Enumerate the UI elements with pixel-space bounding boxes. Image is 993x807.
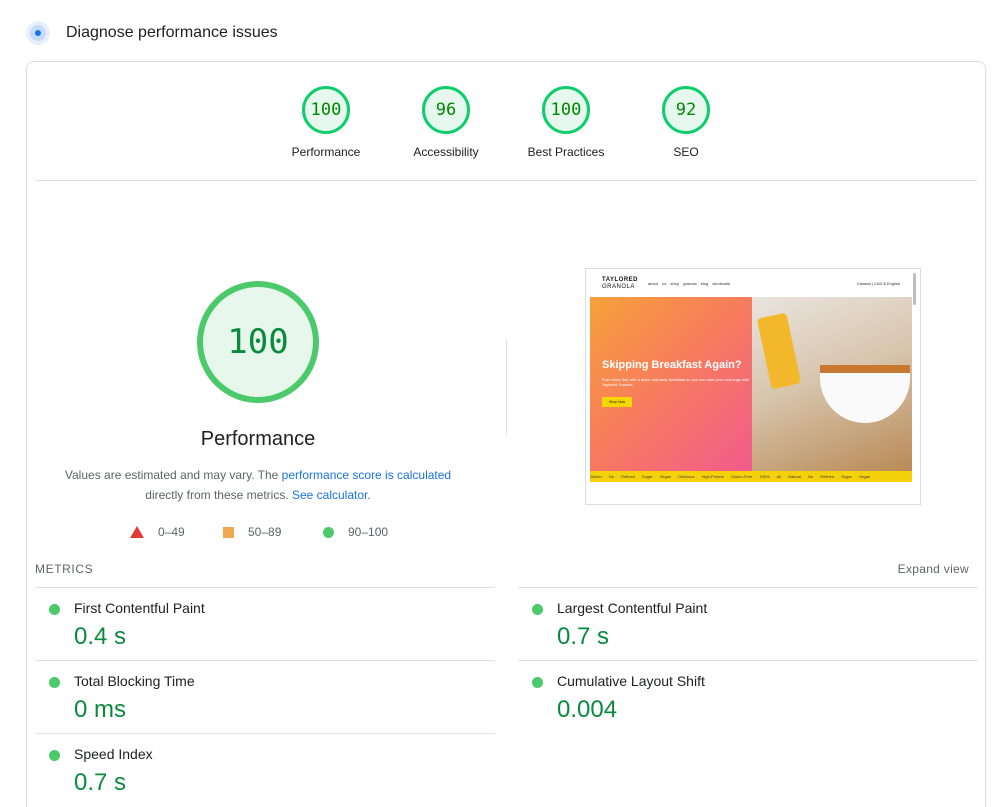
site-locale: Canada | CAD $ English bbox=[856, 281, 900, 286]
score-description: Values are estimated and may vary. The p… bbox=[47, 465, 469, 505]
metric-value: 0.7 s bbox=[557, 623, 610, 650]
metric-total-blocking-time: Total Blocking Time 0 ms bbox=[35, 660, 495, 733]
gauge-label: Performance bbox=[291, 145, 361, 159]
site-nav: TAYLORED GRANOLA about us shop granola b… bbox=[586, 269, 920, 297]
divider bbox=[35, 180, 977, 181]
see-calculator-link[interactable]: See calculator bbox=[292, 488, 367, 502]
performance-gauge-icon bbox=[26, 21, 50, 45]
metric-value: 0.004 bbox=[557, 696, 618, 723]
pass-circle-icon bbox=[323, 526, 334, 538]
pass-circle-icon bbox=[49, 604, 60, 615]
hero-title: Skipping Breakfast Again? bbox=[602, 359, 742, 371]
metric-label: Speed Index bbox=[74, 746, 153, 762]
metric-label: Cumulative Layout Shift bbox=[557, 673, 705, 689]
description-text: . bbox=[367, 488, 371, 502]
legend-range: 50–89 bbox=[248, 525, 282, 539]
section-title: Diagnose performance issues bbox=[66, 24, 278, 41]
expand-view-button[interactable]: Expand view bbox=[898, 562, 969, 576]
metric-largest-contentful-paint: Largest Contentful Paint 0.7 s bbox=[518, 587, 978, 660]
gauge-label: Accessibility bbox=[413, 145, 479, 159]
gauge-accessibility[interactable]: 96 Accessibility bbox=[391, 86, 501, 159]
metric-value: 0.4 s bbox=[74, 623, 127, 650]
report-card: 100 Performance 96 Accessibility 100 Bes… bbox=[26, 61, 986, 807]
metric-label: Total Blocking Time bbox=[74, 673, 195, 689]
metric-label: Largest Contentful Paint bbox=[557, 600, 708, 616]
pass-circle-icon bbox=[532, 677, 543, 688]
description-text: Values are estimated and may vary. The bbox=[64, 468, 282, 482]
gauge-score: 100 bbox=[542, 86, 590, 134]
hero-subtitle: Fuel every day with a quick and tasty br… bbox=[602, 377, 750, 387]
performance-title: Performance bbox=[200, 428, 316, 450]
gauge-performance[interactable]: 100 Performance bbox=[271, 86, 381, 159]
description-text: directly from these metrics. bbox=[145, 488, 292, 502]
hero-shop-button: Shop Now bbox=[602, 397, 632, 407]
gauge-seo[interactable]: 92 SEO bbox=[631, 86, 741, 159]
legend-range: 90–100 bbox=[348, 525, 389, 539]
metric-cumulative-layout-shift: Cumulative Layout Shift 0.004 bbox=[518, 660, 978, 733]
gauge-score: 100 bbox=[302, 86, 350, 134]
metric-value: 0 ms bbox=[74, 696, 127, 723]
pass-circle-icon bbox=[49, 677, 60, 688]
vertical-divider bbox=[506, 339, 507, 435]
thumbnail-scrollbar bbox=[913, 273, 916, 305]
gauge-label: SEO bbox=[673, 145, 699, 159]
pass-circle-icon bbox=[49, 750, 60, 761]
metric-first-contentful-paint: First Contentful Paint 0.4 s bbox=[35, 587, 495, 660]
metric-speed-index: Speed Index 0.7 s bbox=[35, 733, 495, 806]
metric-value: 0.7 s bbox=[74, 769, 127, 796]
metrics-heading: METRICS bbox=[35, 562, 94, 576]
site-logo: TAYLORED GRANOLA bbox=[602, 277, 639, 290]
performance-score-gauge: 100 bbox=[197, 281, 319, 403]
metric-label: First Contentful Paint bbox=[74, 600, 205, 616]
gauge-best-practices[interactable]: 100 Best Practices bbox=[511, 86, 621, 159]
gauge-score: 96 bbox=[422, 86, 470, 134]
average-square-icon bbox=[223, 526, 234, 538]
gauge-label: Best Practices bbox=[527, 145, 605, 159]
legend-average: 50–89 bbox=[223, 524, 281, 540]
site-nav-links: about us shop granola blog wholesale bbox=[648, 281, 731, 286]
legend-pass: 90–100 bbox=[323, 524, 388, 540]
pass-circle-icon bbox=[532, 604, 543, 615]
score-calculated-link[interactable]: performance score is calculated bbox=[282, 468, 451, 482]
final-screenshot-thumbnail[interactable]: TAYLORED GRANOLA about us shop granola b… bbox=[585, 268, 921, 505]
category-gauges: 100 Performance 96 Accessibility 100 Bes… bbox=[27, 62, 985, 181]
legend-fail: 0–49 bbox=[130, 524, 185, 540]
legend-range: 0–49 bbox=[158, 525, 185, 539]
fail-triangle-icon bbox=[130, 526, 144, 538]
hero-ticker: Gluten No Refined Sugar Vegan Delicious … bbox=[590, 471, 912, 482]
gauge-score: 92 bbox=[662, 86, 710, 134]
section-header: Diagnose performance issues bbox=[26, 20, 278, 46]
